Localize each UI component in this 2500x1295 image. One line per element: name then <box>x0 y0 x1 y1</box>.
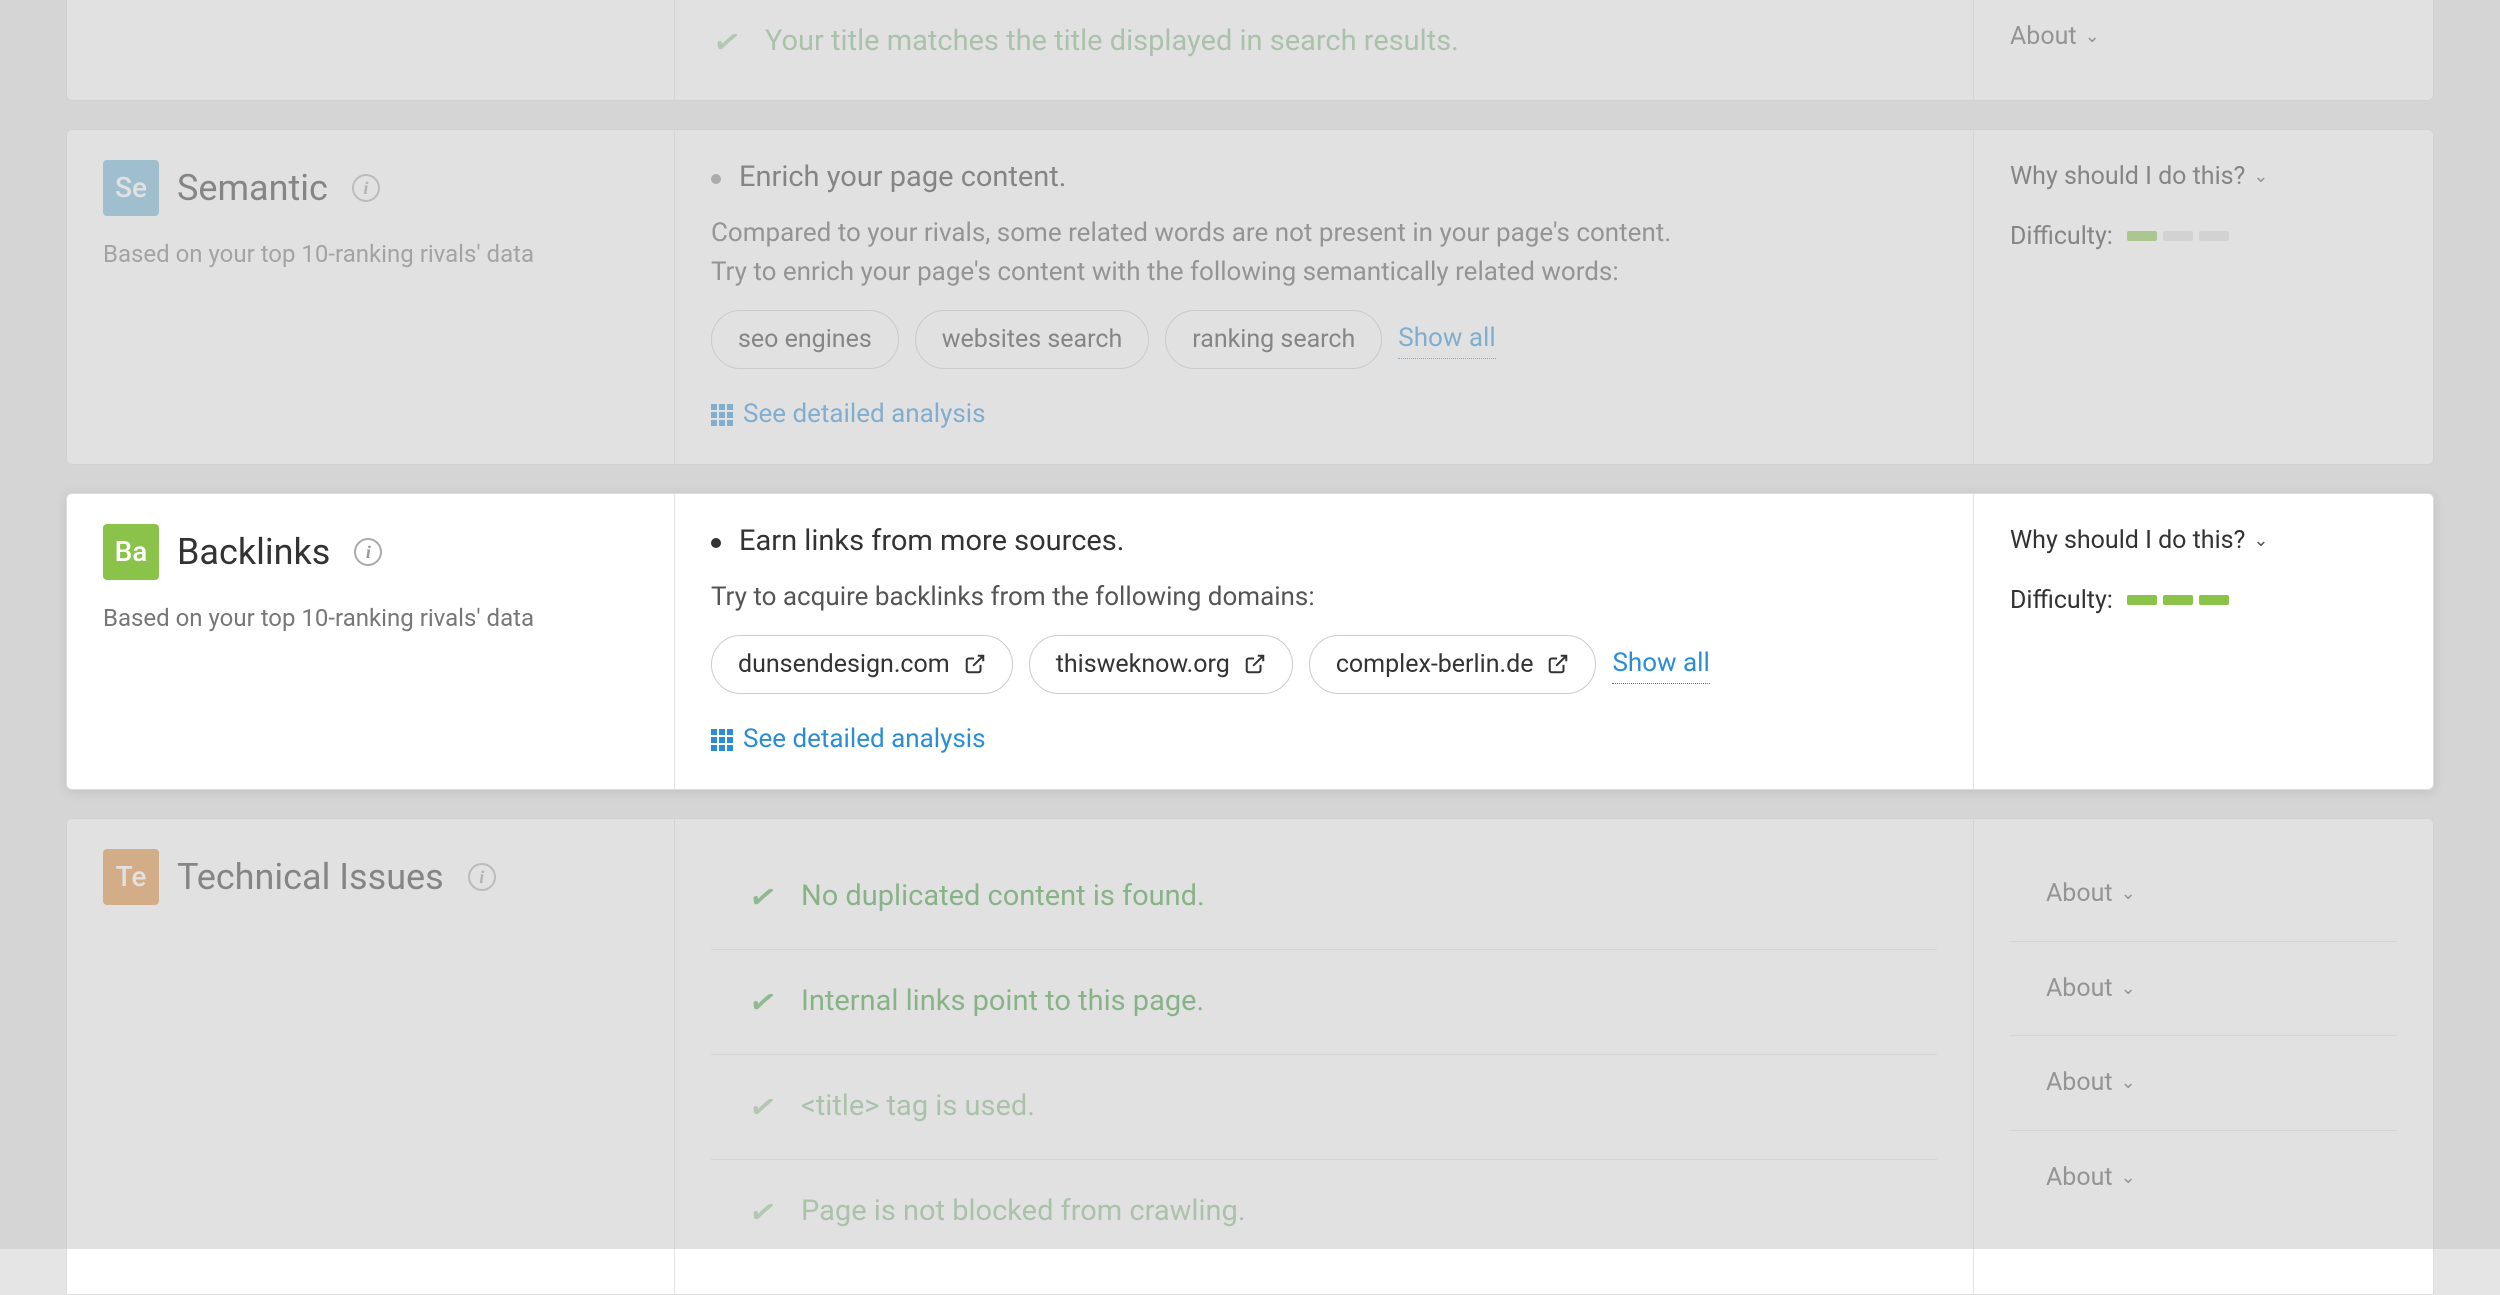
chevron-down-icon: ⌄ <box>2121 1069 2136 1096</box>
about-toggle[interactable]: About ⌄ <box>2010 18 2100 56</box>
pill-thisweknow[interactable]: thisweknow.org <box>1029 635 1293 695</box>
backlinks-subtitle: Based on your top 10-ranking rivals' dat… <box>103 600 638 636</box>
semantic-desc: Compared to your rivals, some related wo… <box>711 214 1937 292</box>
backlinks-bullet-title: Earn links from more sources. <box>739 520 1124 564</box>
backlinks-title: Backlinks <box>177 525 330 579</box>
tech-row-text: Internal links point to this page. <box>801 980 1204 1024</box>
difficulty-bars <box>2127 231 2229 241</box>
card-backlinks: Ba Backlinks i Based on your top 10-rank… <box>66 493 2434 790</box>
check-icon: ✓ <box>742 1185 783 1239</box>
about-toggle[interactable]: About ⌄ <box>2046 970 2136 1008</box>
difficulty: Difficulty: <box>2010 218 2397 256</box>
semantic-subtitle: Based on your top 10-ranking rivals' dat… <box>103 236 638 272</box>
table-row: ✓ <title> tag is used. <box>711 1054 1937 1159</box>
info-icon[interactable]: i <box>352 174 380 202</box>
info-icon[interactable]: i <box>468 863 496 891</box>
pill-ranking-search[interactable]: ranking search <box>1165 310 1382 370</box>
external-link-icon <box>1547 653 1569 675</box>
tech-row-text: Page is not blocked from crawling. <box>801 1190 1245 1234</box>
bullet-icon <box>711 174 721 184</box>
technical-about-col: About ⌄ About ⌄ About ⌄ About ⌄ <box>1973 819 2433 1294</box>
tech-row-text: No duplicated content is found. <box>801 875 1205 919</box>
check-icon: ✓ <box>706 15 747 69</box>
difficulty: Difficulty: <box>2010 582 2397 620</box>
backlinks-pill-row: dunsendesign.com thisweknow.org complex-… <box>711 635 1937 695</box>
about-toggle[interactable]: About ⌄ <box>2046 875 2136 913</box>
about-label: About <box>2010 18 2077 56</box>
show-all-link[interactable]: Show all <box>1612 644 1709 684</box>
semantic-bullet-title: Enrich your page content. <box>739 156 1066 200</box>
technical-title: Technical Issues <box>177 850 444 904</box>
see-detailed-analysis-link[interactable]: See detailed analysis <box>711 720 986 759</box>
backlinks-badge: Ba <box>103 524 159 580</box>
chevron-down-icon: ⌄ <box>2121 1164 2136 1191</box>
technical-badge: Te <box>103 849 159 905</box>
check-icon: ✓ <box>742 870 783 924</box>
pill-complex-berlin[interactable]: complex-berlin.de <box>1309 635 1597 695</box>
tech-row-text: <title> tag is used. <box>801 1085 1035 1129</box>
difficulty-label: Difficulty: <box>2010 218 2113 256</box>
table-row: ✓ Page is not blocked from crawling. <box>711 1159 1937 1264</box>
about-toggle[interactable]: About ⌄ <box>2046 1064 2136 1102</box>
check-icon: ✓ <box>742 1080 783 1134</box>
chevron-down-icon: ⌄ <box>2121 975 2136 1002</box>
pill-seo-engines[interactable]: seo engines <box>711 310 899 370</box>
semantic-title: Semantic <box>177 161 328 215</box>
see-detailed-analysis-link[interactable]: See detailed analysis <box>711 395 986 434</box>
info-icon[interactable]: i <box>354 538 382 566</box>
difficulty-label: Difficulty: <box>2010 582 2113 620</box>
chevron-down-icon: ⌄ <box>2121 880 2136 907</box>
semantic-badge: Se <box>103 160 159 216</box>
difficulty-bars <box>2127 595 2229 605</box>
show-all-link[interactable]: Show all <box>1398 319 1495 359</box>
pill-dunsendesign[interactable]: dunsendesign.com <box>711 635 1013 695</box>
why-should-i-toggle[interactable]: Why should I do this? ⌄ <box>2010 522 2268 560</box>
chevron-down-icon: ⌄ <box>2253 163 2268 190</box>
bullet-icon <box>711 538 721 548</box>
about-toggle[interactable]: About ⌄ <box>2046 1159 2136 1197</box>
card-title-match: ✓ Your title matches the title displayed… <box>66 0 2434 101</box>
table-row: ✓ Internal links point to this page. <box>711 949 1937 1054</box>
table-row: ✓ No duplicated content is found. <box>711 845 1937 949</box>
check-icon: ✓ <box>742 975 783 1029</box>
table-icon <box>711 404 733 426</box>
pill-websites-search[interactable]: websites search <box>915 310 1149 370</box>
external-link-icon <box>964 653 986 675</box>
why-should-i-toggle[interactable]: Why should I do this? ⌄ <box>2010 158 2268 196</box>
chevron-down-icon: ⌄ <box>2253 527 2268 554</box>
external-link-icon <box>1244 653 1266 675</box>
technical-rows: ✓ No duplicated content is found. ✓ Inte… <box>675 819 1973 1294</box>
card-semantic: Se Semantic i Based on your top 10-ranki… <box>66 129 2434 465</box>
semantic-pill-row: seo engines websites search ranking sear… <box>711 310 1937 370</box>
chevron-down-icon: ⌄ <box>2085 23 2100 50</box>
backlinks-desc: Try to acquire backlinks from the follow… <box>711 578 1937 617</box>
table-icon <box>711 729 733 751</box>
title-match-text: Your title matches the title displayed i… <box>765 20 1459 64</box>
card-technical: Te Technical Issues i ✓ No duplicated co… <box>66 818 2434 1295</box>
